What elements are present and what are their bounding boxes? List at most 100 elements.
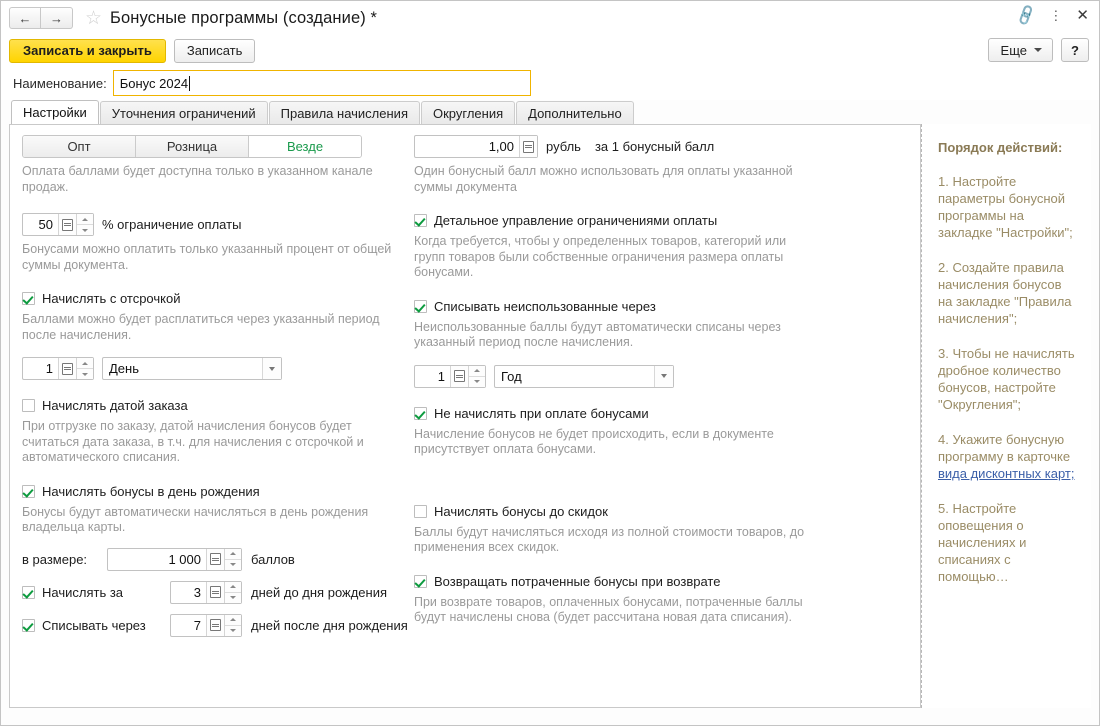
order-date-checkbox-row[interactable]: Начислять датой заказа (22, 398, 414, 413)
deferred-accrual-label: Начислять с отсрочкой (42, 291, 181, 306)
payment-limit-input[interactable]: 50 (22, 213, 94, 236)
calculator-icon[interactable] (58, 214, 76, 235)
birthday-amount-row: в размере: 1 000 баллов (22, 547, 414, 571)
order-step-4-text: 4. Укажите бонусную программу в карточке (938, 432, 1071, 464)
deferred-accrual-checkbox-row[interactable]: Начислять с отсрочкой (22, 291, 414, 306)
payment-limit-stepper[interactable] (76, 214, 93, 235)
stepper-up-icon[interactable] (77, 214, 93, 225)
detailed-limits-checkbox[interactable] (414, 214, 427, 227)
accrue-before-stepper[interactable] (224, 581, 241, 603)
application-window: ← → ☆ Бонусные программы (создание) * 🔗 … (0, 0, 1100, 726)
writeoff-after-value: 7 (193, 617, 201, 633)
birthday-amount-stepper[interactable] (224, 548, 241, 570)
rate-input[interactable]: 1,00 (414, 135, 538, 158)
help-button[interactable]: ? (1061, 38, 1089, 62)
stepper-up-icon[interactable] (469, 366, 485, 377)
calculator-icon[interactable] (206, 581, 224, 603)
no-accrual-bonus-payment-checkbox-row[interactable]: Не начислять при оплате бонусами (414, 406, 914, 421)
deferred-period-unit-select[interactable]: День (102, 357, 282, 380)
rate-per-label: за 1 бонусный балл (594, 139, 715, 154)
tab-nastroyki[interactable]: Настройки (11, 100, 99, 124)
calculator-icon[interactable] (58, 358, 76, 379)
stepper-down-icon[interactable] (225, 626, 241, 636)
return-spent-bonuses-checkbox[interactable] (414, 574, 427, 588)
calculator-icon[interactable] (450, 365, 468, 387)
title-bar: ← → ☆ Бонусные программы (создание) * 🔗 … (1, 1, 1099, 35)
segment-roznitsa[interactable]: Розница (136, 136, 249, 157)
accrue-before-discounts-checkbox-row[interactable]: Начислять бонусы до скидок (414, 504, 914, 519)
close-icon[interactable]: ✕ (1076, 8, 1089, 23)
save-button[interactable]: Записать (173, 38, 256, 63)
writeoff-after-input[interactable]: 7 (170, 613, 242, 637)
stepper-up-icon[interactable] (225, 582, 241, 593)
tab-utochneniya-ogranicheniy[interactable]: Уточнения ограничений (99, 101, 268, 124)
writeoff-unused-period-stepper[interactable] (468, 365, 485, 387)
writeoff-unused-period-input[interactable]: 1 (414, 364, 486, 388)
writeoff-after-unit: дней после дня рождения (251, 617, 408, 633)
stepper-up-icon[interactable] (225, 549, 241, 560)
birthday-accrual-checkbox[interactable] (22, 484, 35, 498)
discount-card-type-link[interactable]: вида дисконтных карт; (938, 466, 1075, 481)
stepper-down-icon[interactable] (77, 369, 93, 379)
right-column: 1,00 рубль за 1 бонусный балл Один бонус… (414, 135, 914, 637)
deferred-period-input[interactable]: 1 (22, 357, 94, 380)
sales-channel-segmented: Опт Розница Везде (22, 135, 362, 158)
tab-okrugleniya[interactable]: Округления (420, 101, 516, 124)
segment-opt[interactable]: Опт (23, 136, 136, 157)
writeoff-after-stepper[interactable] (224, 614, 241, 636)
sales-channel-hint: Оплата баллами будет доступна только в у… (22, 164, 373, 194)
rate-row: 1,00 рубль за 1 бонусный балл (414, 135, 914, 158)
writeoff-after-checkbox-row[interactable]: Списывать через (22, 618, 170, 633)
calculator-icon[interactable] (519, 136, 537, 157)
calculator-icon[interactable] (206, 614, 224, 636)
order-step-2: 2. Создайте правила начисления бонусов н… (938, 260, 1072, 326)
page-title: Бонусные программы (создание) * (110, 8, 378, 27)
stepper-up-icon[interactable] (225, 615, 241, 626)
birthday-amount-value: 1 000 (168, 551, 201, 567)
no-accrual-bonus-payment-checkbox[interactable] (414, 406, 427, 420)
name-input[interactable]: Бонус 2024 (112, 70, 531, 96)
chevron-down-icon[interactable] (654, 365, 673, 387)
writeoff-unused-checkbox[interactable] (414, 299, 427, 313)
calculator-icon[interactable] (206, 548, 224, 570)
order-date-checkbox[interactable] (22, 399, 35, 412)
command-bar: Записать и закрыть Записать Еще ? (1, 35, 1099, 66)
accrue-before-input[interactable]: 3 (170, 580, 242, 604)
stepper-up-icon[interactable] (77, 358, 93, 369)
order-step-5: 5. Настройте оповещения о начислениях и … (938, 501, 1027, 584)
detailed-limits-label: Детальное управление ограничениями оплат… (434, 213, 718, 228)
segment-vezde[interactable]: Везде (249, 136, 361, 157)
star-icon[interactable]: ☆ (85, 9, 102, 28)
writeoff-unused-period-unit-select[interactable]: Год (494, 364, 674, 388)
detailed-limits-hint: Когда требуется, чтобы у определенных то… (414, 234, 787, 279)
writeoff-unused-checkbox-row[interactable]: Списывать неиспользованные через (414, 299, 914, 314)
chevron-down-icon[interactable] (262, 358, 281, 379)
kebab-menu-icon[interactable]: ⋮ (1049, 9, 1062, 22)
birthday-amount-input[interactable]: 1 000 (107, 547, 242, 571)
accrue-before-checkbox[interactable] (22, 585, 35, 599)
tab-dopolnitelno[interactable]: Дополнительно (516, 101, 634, 124)
return-spent-bonuses-checkbox-row[interactable]: Возвращать потраченные бонусы при возвра… (414, 574, 914, 589)
form-columns: Опт Розница Везде Оплата баллами будет д… (10, 135, 920, 637)
stepper-down-icon[interactable] (469, 377, 485, 387)
detailed-limits-checkbox-row[interactable]: Детальное управление ограничениями оплат… (414, 213, 914, 228)
more-button[interactable]: Еще (987, 38, 1053, 62)
back-icon[interactable]: ← (9, 7, 41, 29)
forward-icon[interactable]: → (41, 7, 73, 29)
deferred-period-stepper[interactable] (76, 358, 93, 379)
save-and-close-button[interactable]: Записать и закрыть (9, 38, 166, 63)
writeoff-after-checkbox[interactable] (22, 618, 35, 632)
birthday-accrual-hint: Бонусы будут автоматически начисляться в… (22, 504, 369, 535)
stepper-down-icon[interactable] (225, 560, 241, 570)
stepper-down-icon[interactable] (225, 593, 241, 603)
order-of-actions-panel: Порядок действий: 1. Настройте параметры… (921, 124, 1091, 708)
stepper-down-icon[interactable] (77, 225, 93, 235)
accrue-before-discounts-checkbox[interactable] (414, 504, 427, 518)
accrue-before-checkbox-row[interactable]: Начислять за (22, 585, 170, 600)
link-icon[interactable]: 🔗 (1014, 4, 1038, 27)
deferred-accrual-checkbox[interactable] (22, 292, 35, 305)
deferred-period-row: 1 День (22, 357, 414, 380)
tab-pravila-nachisleniya[interactable]: Правила начисления (268, 101, 420, 124)
title-bar-actions: 🔗 ⋮ ✕ (1014, 4, 1089, 27)
birthday-checkbox-row[interactable]: Начислять бонусы в день рождения (22, 484, 414, 499)
